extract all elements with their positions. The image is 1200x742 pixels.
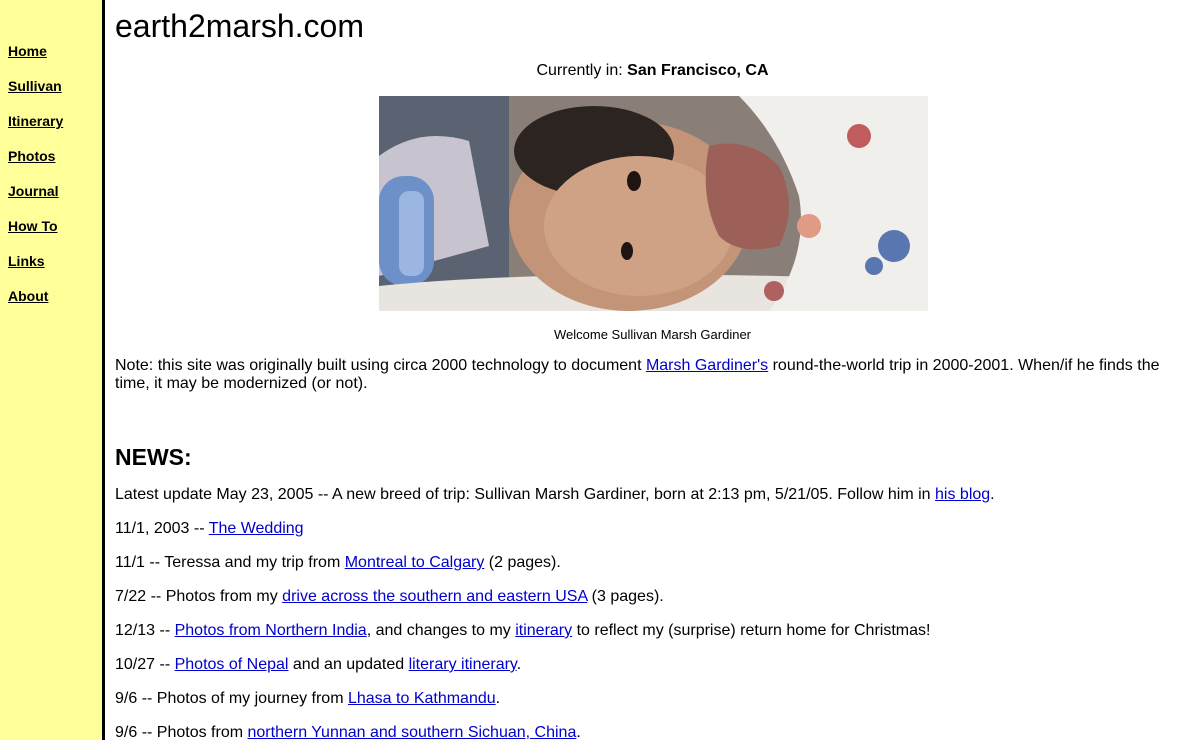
news-item: 9/6 -- Photos of my journey from Lhasa t… — [115, 690, 1190, 708]
news-text: 9/6 -- Photos of my journey from — [115, 690, 348, 707]
nav-item-how-to: How To — [8, 218, 63, 253]
site-note: Note: this site was originally built usi… — [115, 357, 1175, 393]
news-text-after: . — [990, 486, 995, 503]
news-text: Latest update May 23, 2005 -- A new bree… — [115, 486, 936, 503]
news-text-mid: and an updated — [288, 656, 409, 673]
yunnan-sichuan-link[interactable]: northern Yunnan and southern Sichuan, Ch… — [248, 724, 577, 741]
news-text: 10/27 -- — [115, 656, 175, 673]
news-text: 12/13 -- — [115, 622, 175, 639]
note-text-before: Note: this site was originally built usi… — [115, 357, 646, 374]
wedding-link[interactable]: The Wedding — [209, 520, 304, 537]
news-item: 10/27 -- Photos of Nepal and an updated … — [115, 656, 1190, 674]
nav-item-journal: Journal — [8, 183, 63, 218]
literary-itinerary-link[interactable]: literary itinerary — [409, 656, 517, 673]
itinerary-link[interactable]: itinerary — [515, 622, 572, 639]
news-text: 7/22 -- Photos from my — [115, 588, 283, 605]
photo-caption: Welcome Sullivan Marsh Gardiner — [554, 327, 751, 342]
nav-item-sullivan: Sullivan — [8, 78, 63, 113]
baby-photo-illustration — [379, 96, 928, 311]
nav-item-about: About — [8, 288, 63, 323]
nav-link-sullivan[interactable]: Sullivan — [8, 78, 62, 94]
news-item: 9/6 -- Photos from northern Yunnan and s… — [115, 724, 1190, 742]
site-title: earth2marsh.com — [115, 8, 364, 44]
news-item: 12/13 -- Photos from Northern India, and… — [115, 622, 1190, 640]
marsh-gardiner-link[interactable]: Marsh Gardiner's — [646, 357, 768, 374]
usa-drive-link[interactable]: drive across the southern and eastern US… — [282, 588, 587, 605]
location-value: San Francisco, CA — [627, 62, 769, 79]
location-label: Currently in: — [536, 62, 623, 79]
news-heading: NEWS: — [115, 444, 192, 470]
news-item: 11/1 -- Teressa and my trip from Montrea… — [115, 554, 1190, 572]
sidebar-nav: Home Sullivan Itinerary Photos Journal H… — [0, 0, 105, 740]
current-location: Currently in: San Francisco, CA — [115, 62, 1190, 80]
northern-india-link[interactable]: Photos from Northern India — [175, 622, 367, 639]
nav-link-how-to[interactable]: How To — [8, 218, 58, 234]
nav-item-photos: Photos — [8, 148, 63, 183]
news-text-after: (2 pages). — [484, 554, 561, 571]
news-text-mid: , and changes to my — [366, 622, 516, 639]
news-item: 7/22 -- Photos from my drive across the … — [115, 588, 1190, 606]
news-text: 11/1 -- Teressa and my trip from — [115, 554, 345, 571]
nav-link-links[interactable]: Links — [8, 253, 45, 269]
news-text-after: to reflect my (surprise) return home for… — [572, 622, 931, 639]
lhasa-kathmandu-link[interactable]: Lhasa to Kathmandu — [348, 690, 496, 707]
nav-link-home[interactable]: Home — [8, 43, 47, 59]
nav-list: Home Sullivan Itinerary Photos Journal H… — [8, 43, 63, 323]
nav-item-itinerary: Itinerary — [8, 113, 63, 148]
news-text-after: . — [516, 656, 522, 673]
nav-item-links: Links — [8, 253, 63, 288]
nav-item-home: Home — [8, 43, 63, 78]
news-item: 11/1, 2003 -- The Wedding — [115, 520, 1190, 538]
nav-link-journal[interactable]: Journal — [8, 183, 59, 199]
nepal-photos-link[interactable]: Photos of Nepal — [175, 656, 289, 673]
blog-link[interactable]: his blog — [935, 486, 990, 503]
news-text: 9/6 -- Photos from — [115, 724, 248, 741]
baby-photo — [379, 96, 928, 311]
nav-link-photos[interactable]: Photos — [8, 148, 55, 164]
news-text-after: (3 pages). — [587, 588, 664, 605]
news-text-after: . — [495, 690, 501, 707]
nav-link-about[interactable]: About — [8, 288, 48, 304]
nav-link-itinerary[interactable]: Itinerary — [8, 113, 63, 129]
news-text: 11/1, 2003 -- — [115, 520, 209, 537]
news-item: Latest update May 23, 2005 -- A new bree… — [115, 486, 1190, 504]
news-text-after: . — [576, 724, 581, 741]
montreal-calgary-link[interactable]: Montreal to Calgary — [345, 554, 485, 571]
